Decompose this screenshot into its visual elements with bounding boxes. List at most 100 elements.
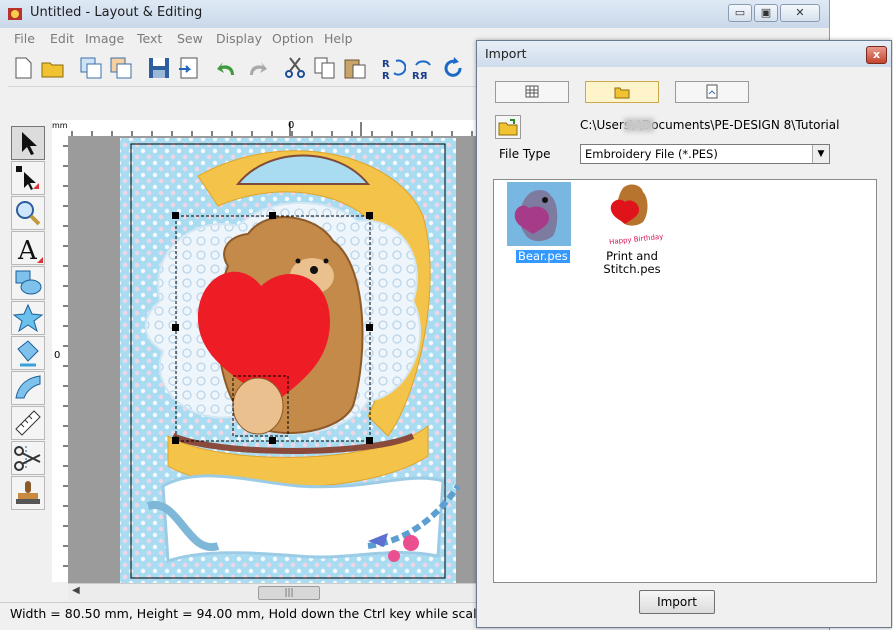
horizontal-ruler: mm 0 <box>52 120 478 137</box>
menu-sew[interactable]: Sew <box>177 31 203 46</box>
point-edit-icon <box>16 166 39 190</box>
bear-thumbnail <box>507 182 571 246</box>
status-text: Width = 80.50 mm, Height = 94.00 mm, Hol… <box>10 606 505 621</box>
text-tool[interactable]: A <box>11 231 45 266</box>
tool-palette: A <box>8 122 48 517</box>
bear-eye-right <box>323 258 329 264</box>
import-button[interactable]: Import <box>639 590 715 614</box>
redacted-username <box>624 118 654 132</box>
svg-text:A: A <box>17 236 38 264</box>
svg-text:R: R <box>382 59 390 70</box>
tab-card[interactable] <box>675 81 749 103</box>
file-type-select[interactable]: Embroidery File (*.PES) ▼ <box>580 144 830 164</box>
print-and-stitch-thumbnail: Happy Birthday! <box>599 182 663 246</box>
magnifier-icon <box>16 201 41 226</box>
scissors-tool[interactable] <box>11 441 45 475</box>
horizontal-scrollbar[interactable]: ◀ ||| <box>68 583 478 601</box>
file-type-label: File Type <box>499 147 551 161</box>
menu-file[interactable]: File <box>14 31 35 46</box>
star-shape-icon <box>12 303 44 333</box>
copy-icon[interactable] <box>312 55 338 81</box>
rotate-icon[interactable] <box>440 55 466 81</box>
import-dialog: Import x C:\Users\ \Documents\PE-DESIGN … <box>476 40 892 628</box>
redo-icon[interactable] <box>244 55 270 81</box>
ruler-zero-h: 0 <box>288 120 295 131</box>
open-folder-icon <box>498 119 518 136</box>
dialog-close-button[interactable]: x <box>866 46 887 64</box>
cut-icon[interactable] <box>282 55 308 81</box>
export-icon[interactable] <box>176 55 202 81</box>
text-a-icon: A <box>17 236 43 266</box>
stamp-tool[interactable] <box>11 476 45 510</box>
design-canvas[interactable] <box>68 136 478 583</box>
tab-pattern-list[interactable] <box>495 81 569 103</box>
import-image-icon[interactable] <box>108 55 134 81</box>
chevron-down-icon[interactable]: ▼ <box>812 145 829 163</box>
stitch-tool[interactable] <box>11 371 45 405</box>
stamp-shape-tool[interactable] <box>11 301 45 335</box>
dialog-title-bar: Import x <box>477 41 891 67</box>
menu-option[interactable]: Option <box>272 31 314 46</box>
menu-text[interactable]: Text <box>137 31 162 46</box>
rose-small <box>388 550 400 562</box>
window-title: Untitled - Layout & Editing <box>30 5 203 20</box>
app-icon <box>8 8 22 20</box>
tab-folder[interactable] <box>585 81 659 103</box>
shapes-icon <box>15 270 42 295</box>
menu-image[interactable]: Image <box>85 31 124 46</box>
import-icon[interactable] <box>78 55 104 81</box>
dialog-title: Import <box>485 46 527 61</box>
bear-eye-left <box>295 258 301 264</box>
ruler-icon <box>15 410 41 436</box>
fill-bucket-icon <box>17 340 39 367</box>
bear-nose <box>310 266 318 274</box>
svg-text:R: R <box>382 71 390 81</box>
menu-display[interactable]: Display <box>216 31 262 46</box>
measure-tool[interactable] <box>11 406 45 440</box>
stitch-curve-icon <box>15 375 41 399</box>
browse-folder-button[interactable] <box>495 115 521 139</box>
ruler-ticks-h <box>71 122 473 136</box>
folder-icon <box>614 87 630 99</box>
close-button[interactable]: ✕ <box>780 4 820 22</box>
shape-tool[interactable] <box>11 266 45 300</box>
file-name-print-and-stitch[interactable]: Print and Stitch.pes <box>586 250 678 276</box>
status-bar: Width = 80.50 mm, Height = 94.00 mm, Hol… <box>0 602 505 625</box>
menu-edit[interactable]: Edit <box>50 31 74 46</box>
point-edit-tool[interactable] <box>11 161 45 195</box>
flip-horizontal-icon[interactable]: RЯ <box>410 55 436 81</box>
file-item[interactable]: Bear.pes <box>494 180 574 280</box>
title-bar: Untitled - Layout & Editing ▭ ▣ ✕ <box>0 0 829 28</box>
file-list[interactable]: Bear.pes Happy Birthday! Print and Stitc… <box>493 179 877 583</box>
maximize-button[interactable]: ▣ <box>754 4 778 22</box>
open-folder-icon[interactable] <box>40 55 66 81</box>
toolbar: RR RЯ <box>8 52 478 87</box>
folder-path: C:\Users\ \Documents\PE-DESIGN 8\Tutoria… <box>580 118 840 132</box>
rotate-mirror-icon[interactable]: RR <box>380 55 406 81</box>
scissors-icon <box>14 446 41 471</box>
stamp-icon <box>16 481 40 504</box>
menu-help[interactable]: Help <box>324 31 353 46</box>
card-icon <box>706 84 718 99</box>
zoom-tool[interactable] <box>11 196 45 230</box>
fill-tool[interactable] <box>11 336 45 370</box>
save-icon[interactable] <box>146 55 172 81</box>
select-tool[interactable] <box>11 126 45 160</box>
arrow-cursor-icon <box>22 132 37 155</box>
paste-icon[interactable] <box>342 55 368 81</box>
file-item[interactable]: Happy Birthday! Print and Stitch.pes <box>586 180 666 280</box>
new-file-icon[interactable] <box>10 55 36 81</box>
rose <box>403 535 419 551</box>
menu-bar: File Edit Image Text Sew Display Option … <box>8 28 478 50</box>
bear-foot <box>232 377 284 435</box>
scrollbar-thumb[interactable]: ||| <box>258 586 320 600</box>
svg-text:RЯ: RЯ <box>412 71 427 81</box>
undo-icon[interactable] <box>214 55 240 81</box>
ruler-zero-v: 0 <box>54 350 61 361</box>
minimize-button[interactable]: ▭ <box>728 4 752 22</box>
embroidery-design <box>120 138 461 583</box>
scroll-left-arrow-icon[interactable]: ◀ <box>72 585 80 596</box>
file-name-bear[interactable]: Bear.pes <box>515 249 571 264</box>
file-type-value: Embroidery File (*.PES) <box>585 147 718 161</box>
grid-icon <box>525 85 539 98</box>
